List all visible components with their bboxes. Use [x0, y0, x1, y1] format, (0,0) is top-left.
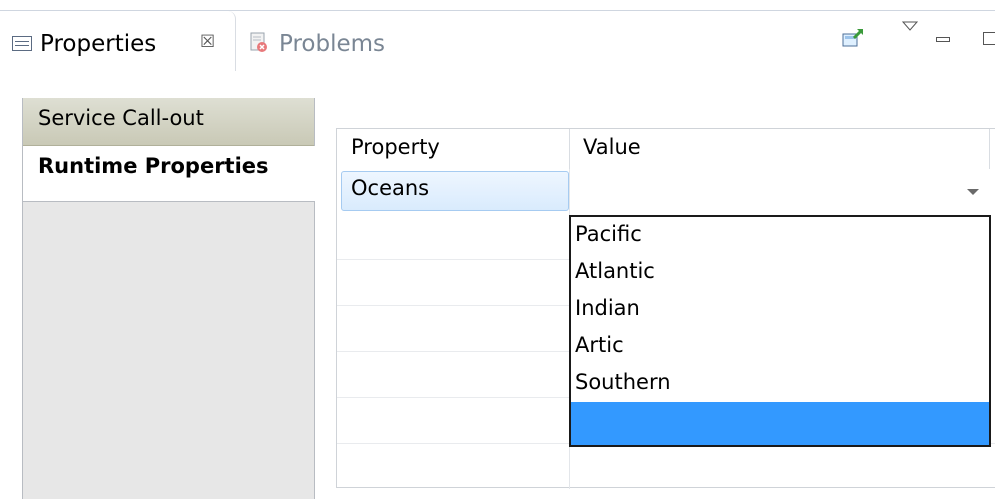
section-list: Service Call-out Runtime Properties: [22, 98, 315, 499]
section-label: Runtime Properties: [38, 154, 269, 178]
value-combo-box[interactable]: [571, 171, 991, 213]
maximize-icon[interactable]: [983, 32, 995, 45]
properties-table: Property Value Oceans Pacific Atlantic I…: [336, 128, 995, 489]
minimize-icon[interactable]: [936, 37, 950, 42]
pin-view-icon[interactable]: [842, 28, 864, 50]
dropdown-option[interactable]: Pacific: [571, 217, 989, 254]
tab-properties[interactable]: Properties ☒: [0, 11, 236, 71]
row-divider: [337, 351, 569, 352]
tab-properties-label: Properties: [40, 31, 157, 57]
view-tab-strip: Properties ☒ Problems: [0, 11, 995, 71]
row-divider: [337, 305, 569, 306]
chevron-down-icon[interactable]: [967, 189, 979, 195]
property-name: Oceans: [351, 176, 430, 200]
table-header-row: Property Value: [337, 129, 995, 169]
dropdown-option[interactable]: Southern: [571, 365, 989, 402]
table-row-property-cell[interactable]: Oceans: [341, 171, 569, 211]
properties-table-icon: [12, 36, 32, 51]
dropdown-option[interactable]: Atlantic: [571, 254, 989, 291]
problems-icon[interactable]: [250, 32, 269, 54]
tab-problems-label[interactable]: Problems: [279, 31, 385, 57]
dropdown-option[interactable]: Artic: [571, 328, 989, 365]
tab-close-icon[interactable]: ☒: [200, 34, 215, 51]
dropdown-option[interactable]: Indian: [571, 291, 989, 328]
row-divider: [337, 397, 569, 398]
column-header-label: Property: [351, 135, 440, 159]
section-service-call-out[interactable]: Service Call-out: [23, 98, 314, 146]
view-menu-icon[interactable]: [902, 21, 918, 33]
dropdown-option-selected[interactable]: [571, 402, 989, 445]
column-header-property[interactable]: Property: [337, 129, 570, 169]
row-divider: [337, 259, 569, 260]
section-label: Service Call-out: [38, 106, 204, 130]
section-runtime-properties[interactable]: Runtime Properties: [23, 146, 315, 202]
value-dropdown-list: Pacific Atlantic Indian Artic Southern: [569, 215, 991, 447]
column-header-value[interactable]: Value: [569, 129, 990, 169]
column-header-label: Value: [583, 135, 641, 159]
